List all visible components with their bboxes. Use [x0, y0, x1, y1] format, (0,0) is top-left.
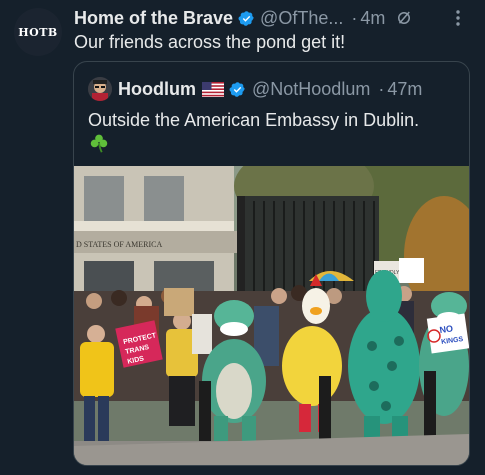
edit-icon[interactable] — [395, 9, 413, 27]
quoted-timestamp[interactable]: 47m — [387, 79, 422, 100]
avatar[interactable]: HOTB — [14, 8, 62, 56]
svg-text:NO: NO — [439, 323, 454, 335]
quoted-avatar[interactable] — [88, 77, 112, 101]
tweet-text: Our friends across the pond get it! — [74, 32, 346, 52]
author-name[interactable]: Home of the Brave — [74, 8, 233, 29]
building-sign: D STATES OF AMERICA — [76, 240, 162, 249]
timestamp[interactable]: 4m — [360, 8, 385, 29]
quoted-author-handle[interactable]: @NotHoodlum — [252, 79, 370, 100]
tweet-header: Home of the Brave @OfThe... · 4m — [74, 6, 475, 30]
quoted-text: Outside the American Embassy in Dublin. — [88, 110, 420, 130]
quoted-separator-dot: · — [378, 78, 385, 99]
quoted-tweet[interactable]: Hoodlum @NotHoodlum · 47m Outside the Am… — [73, 61, 470, 466]
more-icon[interactable] — [449, 8, 467, 28]
quoted-avatar-image — [88, 77, 112, 101]
verified-icon — [238, 10, 254, 26]
shamrock-icon — [90, 134, 108, 153]
quoted-author-name[interactable]: Hoodlum — [118, 79, 196, 100]
avatar-text: HOTB — [18, 25, 58, 39]
quoted-header: Hoodlum @NotHoodlum · 47m — [88, 76, 422, 102]
tweet[interactable]: HOTB Home of the Brave @OfThe... · 4m Ou… — [0, 0, 485, 475]
author-handle[interactable]: @OfThe... — [260, 8, 343, 29]
separator-dot: · — [351, 7, 358, 28]
verified-icon — [229, 81, 245, 97]
us-flag-icon — [202, 81, 224, 97]
embassy-protest-photo[interactable]: D STATES OF AMERICA PROTECT TRANS KIDS N… — [74, 166, 469, 465]
